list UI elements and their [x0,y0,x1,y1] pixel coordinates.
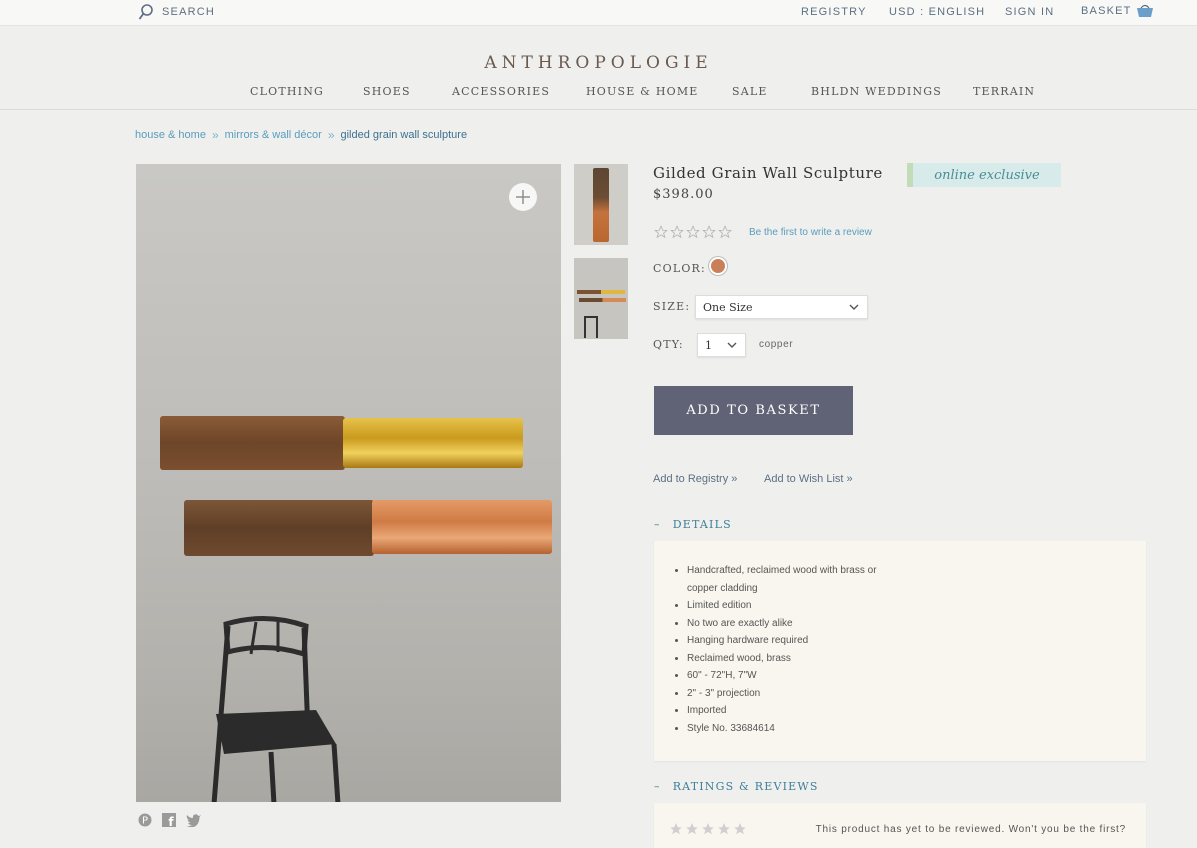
basket-label: BASKET [1081,5,1132,17]
wood-plank-image [184,500,374,556]
size-select-value: One Size [703,300,753,314]
selected-color-name: copper [759,339,794,350]
size-select[interactable]: One Size [695,295,868,319]
details-item: 60" - 72"H, 7"W [687,667,907,685]
facebook-icon[interactable]: f [162,813,176,827]
thumbnail-image [579,298,626,302]
nav-clothing[interactable]: CLOTHING [250,85,324,98]
site-logo[interactable]: ANTHROPOLOGIE [0,53,1197,73]
details-toggle[interactable]: – DETAILS [654,518,732,531]
details-item: No two are exactly alike [687,615,907,633]
gold-cladding-image [343,418,523,468]
reviews-rating-stars [669,822,747,836]
qty-label: QTY: [653,338,684,351]
main-nav: CLOTHING SHOES ACCESSORIES HOUSE & HOME … [0,85,1197,110]
zoom-button[interactable] [509,183,537,211]
details-panel: Handcrafted, reclaimed wood with brass o… [654,541,1146,761]
pinterest-icon[interactable]: P [138,813,152,827]
svg-text:f: f [168,815,174,827]
search-label: SEARCH [162,6,216,18]
color-label: COLOR: [653,262,706,275]
collapse-icon: – [654,518,661,531]
star-icon [718,225,732,239]
thumbnail-chair-image [584,316,598,338]
wood-plank-image [160,416,345,470]
qty-select[interactable]: 1 [697,333,746,357]
product-thumbnail-1[interactable] [574,164,628,245]
star-icon [670,823,682,835]
nav-shoes[interactable]: SHOES [363,85,411,98]
product-thumbnail-2[interactable] [574,258,628,339]
product-price: $398.00 [653,187,714,202]
details-heading: DETAILS [672,518,732,531]
reviews-toggle[interactable]: – RATINGS & REVIEWS [654,780,819,793]
product-title: Gilded Grain Wall Sculpture [653,164,883,182]
currency-selector[interactable]: USD : ENGLISH [889,6,985,18]
details-item: Limited edition [687,597,907,615]
registry-link[interactable]: REGISTRY [801,6,867,18]
details-list: Handcrafted, reclaimed wood with brass o… [687,562,907,737]
size-label: SIZE: [653,300,691,313]
chevron-down-icon [727,342,737,348]
color-swatch-copper[interactable] [709,257,727,275]
nav-house-home[interactable]: HOUSE & HOME [586,85,699,98]
add-to-wishlist-link[interactable]: Add to Wish List » [764,473,853,485]
product-main-image[interactable] [136,164,561,802]
qty-select-value: 1 [705,338,712,352]
nav-accessories[interactable]: ACCESSORIES [452,85,550,98]
details-item: Handcrafted, reclaimed wood with brass o… [687,562,907,597]
star-icon [702,823,714,835]
svg-text:P: P [142,816,148,827]
nav-terrain[interactable]: TERRAIN [973,85,1035,98]
search-box[interactable]: SEARCH [138,3,215,21]
social-share: P f [138,813,202,827]
add-to-registry-link[interactable]: Add to Registry » [653,473,737,485]
breadcrumb-separator-icon: » [211,128,219,142]
star-icon [734,823,746,835]
star-icon [670,225,684,239]
no-reviews-message: This product has yet to be reviewed. Won… [815,824,1126,835]
utility-bar: SEARCH REGISTRY USD : ENGLISH SIGN IN BA… [0,0,1197,26]
chair-image [211,616,341,802]
write-review-link[interactable]: Be the first to write a review [749,227,872,238]
twitter-icon[interactable] [186,813,202,827]
add-to-basket-button[interactable]: ADD TO BASKET [654,386,853,435]
reviews-heading: RATINGS & REVIEWS [672,780,819,793]
copper-cladding-image [372,500,552,554]
details-item: Imported [687,702,907,720]
breadcrumb: house & home » mirrors & wall décor » gi… [135,128,467,142]
breadcrumb-current[interactable]: gilded grain wall sculpture [341,129,468,141]
breadcrumb-house-home[interactable]: house & home [135,129,206,141]
details-item: Reclaimed wood, brass [687,650,907,668]
sign-in-link[interactable]: SIGN IN [1005,6,1054,18]
details-item: Style No. 33684614 [687,720,907,738]
collapse-icon: – [654,780,661,793]
thumbnail-image [593,168,609,242]
thumbnail-image [577,290,625,294]
details-item: Hanging hardware required [687,632,907,650]
basket-link[interactable]: BASKET [1081,4,1154,18]
plus-icon [516,190,530,204]
chevron-down-icon [849,304,859,310]
details-item: 2" - 3" projection [687,685,907,703]
star-icon [686,823,698,835]
online-exclusive-badge: online exclusive [907,163,1061,187]
breadcrumb-mirrors-wall-decor[interactable]: mirrors & wall décor [225,129,322,141]
star-icon [718,823,730,835]
star-icon [654,225,668,239]
search-icon [138,4,153,20]
reviews-panel: This product has yet to be reviewed. Won… [654,803,1146,848]
star-icon [686,225,700,239]
nav-bhldn-weddings[interactable]: BHLDN WEDDINGS [811,85,942,98]
breadcrumb-separator-icon: » [327,128,335,142]
nav-sale[interactable]: SALE [732,85,768,98]
rating-stars[interactable] [654,225,732,239]
star-icon [702,225,716,239]
basket-icon [1136,4,1153,17]
